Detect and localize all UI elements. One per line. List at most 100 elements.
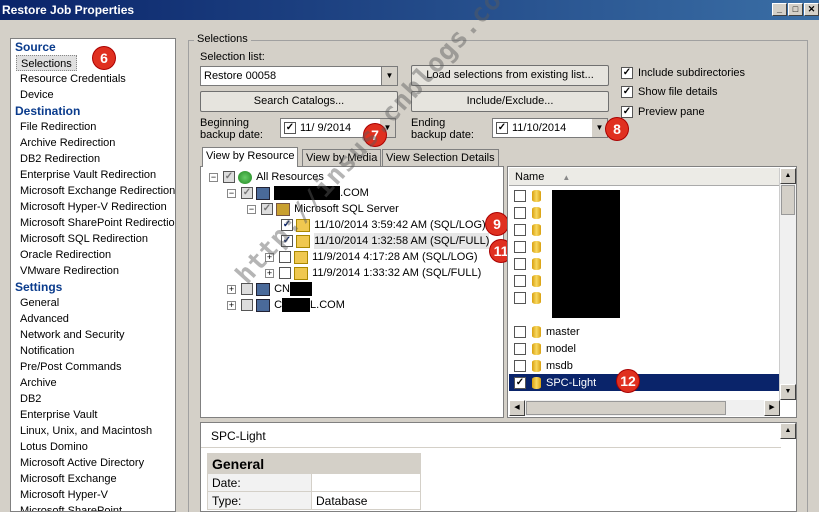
nav-item-oracle-redirection[interactable]: Oracle Redirection <box>11 247 175 263</box>
collapse-icon[interactable]: − <box>247 204 256 214</box>
scroll-thumb[interactable] <box>781 185 795 215</box>
ending-date-picker[interactable]: ✓ 11/10/2014 ▼ <box>492 118 608 138</box>
nav-item-active-directory[interactable]: Microsoft Active Directory <box>11 455 175 471</box>
nav-item-general[interactable]: General <box>11 295 175 311</box>
nav-item-db2[interactable]: DB2 <box>11 391 175 407</box>
nav-item-pre-post-commands[interactable]: Pre/Post Commands <box>11 359 175 375</box>
nav-item-network-security[interactable]: Network and Security <box>11 327 175 343</box>
list-item[interactable] <box>514 205 546 221</box>
selection-list-combo[interactable]: Restore 00058 ▼ <box>200 66 398 86</box>
nav-item-archive[interactable]: Archive <box>11 375 175 391</box>
checkbox-checked-icon[interactable]: ✓ <box>621 67 633 80</box>
nav-item-vmware-redirection[interactable]: VMware Redirection <box>11 263 175 279</box>
scroll-right-icon[interactable]: ▶ <box>764 400 780 416</box>
horizontal-scrollbar[interactable]: ◀ ▶ <box>509 400 780 416</box>
list-item[interactable] <box>514 290 546 306</box>
nav-item-advanced[interactable]: Advanced <box>11 311 175 327</box>
nav-item-hyperv-redirection[interactable]: Microsoft Hyper-V Redirection <box>11 199 175 215</box>
nav-item-sharepoint[interactable]: Microsoft SharePoint <box>11 503 175 511</box>
expand-icon[interactable]: + <box>227 284 236 294</box>
scroll-up-icon[interactable]: ▲ <box>780 423 796 439</box>
include-exclude-button[interactable]: Include/Exclude... <box>411 91 609 112</box>
list-item[interactable] <box>514 188 546 204</box>
nav-item-db2-redirection[interactable]: DB2 Redirection <box>11 151 175 167</box>
expand-icon[interactable]: + <box>265 268 274 278</box>
nav-item-exchange-redirection[interactable]: Microsoft Exchange Redirection <box>11 183 175 199</box>
nav-item-exchange[interactable]: Microsoft Exchange <box>11 471 175 487</box>
nav-item-linux-unix-mac[interactable]: Linux, Unix, and Macintosh <box>11 423 175 439</box>
chevron-down-icon[interactable]: ▼ <box>592 119 607 137</box>
tree-node-all-resources[interactable]: − ✓ All Resources <box>209 169 324 185</box>
nav-item-enterprise-vault[interactable]: Enterprise Vault <box>11 407 175 423</box>
nav-item-enterprise-vault-redirection[interactable]: Enterprise Vault Redirection <box>11 167 175 183</box>
checkbox-icon[interactable] <box>279 251 291 263</box>
list-item-master[interactable]: master <box>514 324 580 340</box>
minimize-button[interactable]: _ <box>772 3 787 16</box>
checkbox-checked-icon[interactable]: ✓ <box>514 376 526 389</box>
nav-item-sharepoint-redirection[interactable]: Microsoft SharePoint Redirection <box>11 215 175 231</box>
column-header-name[interactable]: Name ▲ <box>509 168 779 186</box>
tree-node-backup-3[interactable]: + 11/9/2014 4:17:28 AM (SQL/LOG) <box>265 249 478 265</box>
checkbox-checked-icon[interactable]: ✓ <box>621 106 633 119</box>
close-button[interactable]: ✕ <box>804 3 819 16</box>
tree-node-sql-server[interactable]: − ✓ Microsoft SQL Server <box>247 201 399 217</box>
checkbox-checked-icon[interactable]: ✓ <box>281 219 293 231</box>
checkbox-icon[interactable] <box>514 292 526 304</box>
checkbox-partial-icon[interactable]: ✓ <box>223 171 235 183</box>
tab-view-by-media[interactable]: View by Media <box>302 149 382 167</box>
list-item[interactable] <box>514 222 546 238</box>
collapse-icon[interactable]: − <box>227 188 236 198</box>
nav-item-hyperv[interactable]: Microsoft Hyper-V <box>11 487 175 503</box>
checkbox-checked-icon[interactable]: ✓ <box>496 122 508 135</box>
checkbox-checked-icon[interactable]: ✓ <box>281 235 293 247</box>
checkbox-icon[interactable] <box>514 241 526 253</box>
nav-item-archive-redirection[interactable]: Archive Redirection <box>11 135 175 151</box>
preview-pane-option[interactable]: ✓ Preview pane <box>621 104 705 120</box>
list-item[interactable] <box>514 256 546 272</box>
file-list[interactable]: Name ▲ master model msdb ✓ SPC-Light ▲ ▼ ◀… <box>507 166 797 418</box>
tree-node-backup-2[interactable]: ✓ 11/10/2014 1:32:58 AM (SQL/FULL) <box>281 233 490 249</box>
include-subdirectories-option[interactable]: ✓ Include subdirectories <box>621 65 745 81</box>
scroll-thumb[interactable] <box>526 401 726 415</box>
nav-item-selections[interactable]: Selections <box>16 55 77 71</box>
checkbox-checked-icon[interactable]: ✓ <box>284 122 296 135</box>
scroll-down-icon[interactable]: ▼ <box>780 384 796 400</box>
search-catalogs-button[interactable]: Search Catalogs... <box>200 91 398 112</box>
checkbox-icon[interactable] <box>514 207 526 219</box>
collapse-icon[interactable]: − <box>209 172 218 182</box>
checkbox-icon[interactable] <box>514 343 526 355</box>
tab-view-by-resource[interactable]: View by Resource <box>202 147 299 167</box>
checkbox-partial-icon[interactable]: ✓ <box>241 187 253 199</box>
nav-item-lotus-domino[interactable]: Lotus Domino <box>11 439 175 455</box>
list-item-spc-light[interactable]: ✓ SPC-Light <box>509 374 779 391</box>
list-item[interactable] <box>514 239 546 255</box>
tree-node-backup-1[interactable]: ✓ 11/10/2014 3:59:42 AM (SQL/LOG) <box>281 217 486 233</box>
nav-item-device[interactable]: Device <box>11 87 175 103</box>
checkbox-partial-icon[interactable]: ✓ <box>261 203 273 215</box>
checkbox-partial-icon[interactable] <box>241 299 253 311</box>
list-item[interactable] <box>514 273 546 289</box>
nav-item-sql-redirection[interactable]: Microsoft SQL Redirection <box>11 231 175 247</box>
nav-item-file-redirection[interactable]: File Redirection <box>11 119 175 135</box>
expand-icon[interactable]: + <box>227 300 236 310</box>
tree-node-backup-4[interactable]: + 11/9/2014 1:33:32 AM (SQL/FULL) <box>265 265 481 281</box>
nav-item-notification[interactable]: Notification <box>11 343 175 359</box>
chevron-down-icon[interactable]: ▼ <box>381 67 397 85</box>
checkbox-icon[interactable] <box>279 267 291 279</box>
tree-node-server-3[interactable]: + C L.COM <box>227 297 345 313</box>
tab-view-selection-details[interactable]: View Selection Details <box>382 149 499 167</box>
tree-node-server-2[interactable]: + CN <box>227 281 312 297</box>
checkbox-icon[interactable] <box>514 326 526 338</box>
checkbox-icon[interactable] <box>514 258 526 270</box>
scroll-left-icon[interactable]: ◀ <box>509 400 525 416</box>
checkbox-icon[interactable] <box>514 224 526 236</box>
scroll-up-icon[interactable]: ▲ <box>780 168 796 184</box>
checkbox-icon[interactable] <box>514 275 526 287</box>
show-file-details-option[interactable]: ✓ Show file details <box>621 84 718 100</box>
list-item-msdb[interactable]: msdb <box>514 358 573 374</box>
tree-node-server[interactable]: − ✓ .COM <box>227 185 369 201</box>
checkbox-partial-icon[interactable] <box>241 283 253 295</box>
resource-tree[interactable]: − ✓ All Resources − ✓ .COM − ✓ Microsoft SQ… <box>200 166 504 418</box>
nav-item-resource-credentials[interactable]: Resource Credentials <box>11 71 175 87</box>
load-selections-button[interactable]: Load selections from existing list... <box>411 65 609 86</box>
